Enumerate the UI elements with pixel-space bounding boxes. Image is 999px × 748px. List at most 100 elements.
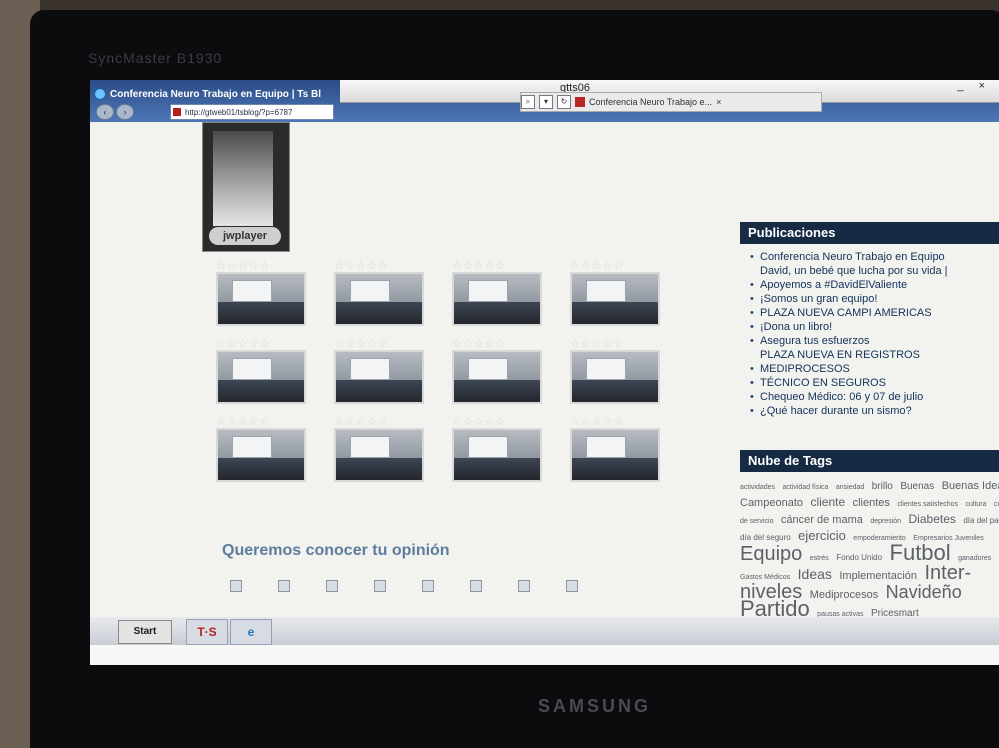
gallery-item[interactable]: ☆ ☆ ☆ ☆ ☆ — [452, 338, 542, 404]
forward-button[interactable]: › — [116, 104, 134, 120]
opinion-option-icon[interactable] — [230, 580, 242, 592]
gallery-item[interactable]: ☆ ☆ ☆ ☆ ☆ — [570, 416, 660, 482]
gallery-item[interactable]: ☆ ☆ ☆ ☆ ☆ — [334, 338, 424, 404]
photo-thumbnail[interactable] — [216, 272, 306, 326]
rating-stars[interactable]: ☆ ☆ ☆ ☆ ☆ — [570, 416, 660, 428]
publicacion-item[interactable]: Asegura tus esfuerzos — [750, 334, 999, 348]
tag-link[interactable]: cáncer de mama — [781, 514, 863, 526]
browser-chrome: Conferencia Neuro Trabajo en Equipo | Ts… — [90, 80, 999, 122]
photo-thumbnail[interactable] — [452, 272, 542, 326]
tag-link[interactable]: día del seguro — [740, 533, 791, 542]
player-label: jwplayer — [209, 227, 281, 245]
photo-thumbnail[interactable] — [570, 272, 660, 326]
tag-link[interactable]: cultura — [966, 501, 987, 508]
photo-thumbnail[interactable] — [334, 350, 424, 404]
address-bar[interactable]: http://gtweb01/tsblog/?p=6787 — [170, 104, 334, 120]
rating-stars[interactable]: ☆ ☆ ☆ ☆ ☆ — [334, 260, 424, 272]
rating-stars[interactable]: ☆ ☆ ☆ ☆ ☆ — [216, 338, 306, 350]
dropdown-icon[interactable]: ▾ — [539, 95, 553, 109]
tag-link[interactable]: estrés — [810, 555, 829, 562]
gallery-item[interactable]: ☆ ☆ ☆ ☆ ☆ — [570, 260, 660, 326]
start-button[interactable]: Start — [118, 620, 172, 644]
tag-link[interactable]: día del padre — [963, 516, 999, 525]
photo-thumbnail[interactable] — [452, 428, 542, 482]
page-footer-strip — [90, 645, 999, 665]
publicacion-item[interactable]: PLAZA NUEVA EN REGISTROS — [750, 348, 999, 362]
photo-thumbnail[interactable] — [452, 350, 542, 404]
publicacion-item[interactable]: PLAZA NUEVA CAMPI AMERICAS — [750, 306, 999, 320]
photo-thumbnail[interactable] — [334, 272, 424, 326]
tag-link[interactable]: actividades — [740, 484, 775, 491]
opinion-option-icon[interactable] — [422, 580, 434, 592]
opinion-option-icon[interactable] — [470, 580, 482, 592]
rating-stars[interactable]: ☆ ☆ ☆ ☆ ☆ — [570, 338, 660, 350]
publicacion-item[interactable]: MEDIPROCESOS — [750, 362, 999, 376]
rating-stars[interactable]: ☆ ☆ ☆ ☆ ☆ — [216, 260, 306, 272]
sidebar: Publicaciones Conferencia Neuro Trabajo … — [740, 222, 999, 418]
publicacion-item[interactable]: ¿Qué hacer durante un sismo? — [750, 404, 999, 418]
publicacion-item[interactable]: ¡Dona un libro! — [750, 320, 999, 334]
video-player[interactable]: jwplayer — [202, 122, 290, 252]
back-button[interactable]: ‹ — [96, 104, 114, 120]
secondary-tab-close[interactable]: × — [716, 97, 721, 107]
tag-link[interactable]: Implementación — [839, 570, 917, 582]
tag-link[interactable]: actividad física — [782, 484, 828, 491]
opinion-option-icon[interactable] — [326, 580, 338, 592]
rating-stars[interactable]: ☆ ☆ ☆ ☆ ☆ — [334, 416, 424, 428]
secondary-tab-title[interactable]: Conferencia Neuro Trabajo e... — [589, 97, 712, 107]
publicacion-item[interactable]: Chequeo Médico: 06 y 07 de julio — [750, 390, 999, 404]
gallery-item[interactable]: ☆ ☆ ☆ ☆ ☆ — [452, 260, 542, 326]
tag-link[interactable]: clientes satisfechos — [897, 501, 958, 508]
opinion-option-icon[interactable] — [278, 580, 290, 592]
tag-link[interactable]: Equipo — [740, 543, 802, 565]
rating-stars[interactable]: ☆ ☆ ☆ ☆ ☆ — [570, 260, 660, 272]
photo-thumbnail[interactable] — [216, 350, 306, 404]
tag-link[interactable]: Mediprocesos — [810, 589, 878, 601]
photo-thumbnail[interactable] — [216, 428, 306, 482]
rating-stars[interactable]: ☆ ☆ ☆ ☆ ☆ — [452, 416, 542, 428]
gallery-item[interactable]: ☆ ☆ ☆ ☆ ☆ — [570, 338, 660, 404]
refresh-icon[interactable]: ↻ — [557, 95, 571, 109]
internet-explorer-icon[interactable]: e — [230, 619, 272, 645]
window-controls[interactable]: _ × — [957, 80, 991, 92]
publicacion-item[interactable]: Apoyemos a #DavidElValiente — [750, 278, 999, 292]
gallery-item[interactable]: ☆ ☆ ☆ ☆ ☆ — [216, 260, 306, 326]
publicacion-item[interactable]: ¡Somos un gran equipo! — [750, 292, 999, 306]
tag-link[interactable]: Fondo Unido — [836, 553, 882, 562]
tag-link[interactable]: Navideño — [886, 582, 962, 602]
tag-link[interactable]: depresión — [870, 518, 901, 525]
tag-link[interactable]: Buenas Ideas — [942, 480, 999, 492]
tag-link[interactable]: ansiedad — [836, 484, 864, 491]
tag-link[interactable]: clientes — [853, 497, 890, 509]
gallery-row: ☆ ☆ ☆ ☆ ☆ ☆ ☆ ☆ ☆ ☆ ☆ ☆ ☆ ☆ ☆ ☆ ☆ ☆ ☆ ☆ — [216, 260, 676, 326]
gallery-item[interactable]: ☆ ☆ ☆ ☆ ☆ — [334, 416, 424, 482]
rating-stars[interactable]: ☆ ☆ ☆ ☆ ☆ — [452, 338, 542, 350]
tag-link[interactable]: ejercicio — [798, 528, 846, 543]
tag-link[interactable]: Diabetes — [909, 512, 956, 526]
rating-stars[interactable]: ☆ ☆ ☆ ☆ ☆ — [334, 338, 424, 350]
tag-link[interactable]: Gastos Médicos — [740, 574, 790, 581]
tag-link[interactable]: cliente — [810, 495, 845, 509]
tag-link[interactable]: Campeonato — [740, 497, 803, 509]
gallery-item[interactable]: ☆ ☆ ☆ ☆ ☆ — [334, 260, 424, 326]
tag-link[interactable]: Buenas — [900, 481, 934, 492]
photo-thumbnail[interactable] — [570, 428, 660, 482]
tag-link[interactable]: brillo — [872, 481, 893, 492]
publicacion-item[interactable]: TÉCNICO EN SEGUROS — [750, 376, 999, 390]
publicacion-item[interactable]: Conferencia Neuro Trabajo en Equipo — [750, 250, 999, 264]
gallery-item[interactable]: ☆ ☆ ☆ ☆ ☆ — [216, 338, 306, 404]
rating-stars[interactable]: ☆ ☆ ☆ ☆ ☆ — [216, 416, 306, 428]
opinion-option-icon[interactable] — [566, 580, 578, 592]
gallery-item[interactable]: ☆ ☆ ☆ ☆ ☆ — [216, 416, 306, 482]
photo-thumbnail[interactable] — [570, 350, 660, 404]
rating-stars[interactable]: ☆ ☆ ☆ ☆ ☆ — [452, 260, 542, 272]
search-icon[interactable]: ⌕ — [521, 95, 535, 109]
photo-thumbnail[interactable] — [334, 428, 424, 482]
tag-link[interactable]: Ideas — [798, 566, 832, 582]
ts-app-icon[interactable]: T·S — [186, 619, 228, 645]
opinion-option-icon[interactable] — [518, 580, 530, 592]
opinion-option-icon[interactable] — [374, 580, 386, 592]
publicacion-item[interactable]: David, un bebé que lucha por su vida | — [750, 264, 999, 278]
tag-link[interactable]: ganadores — [958, 555, 991, 562]
gallery-item[interactable]: ☆ ☆ ☆ ☆ ☆ — [452, 416, 542, 482]
